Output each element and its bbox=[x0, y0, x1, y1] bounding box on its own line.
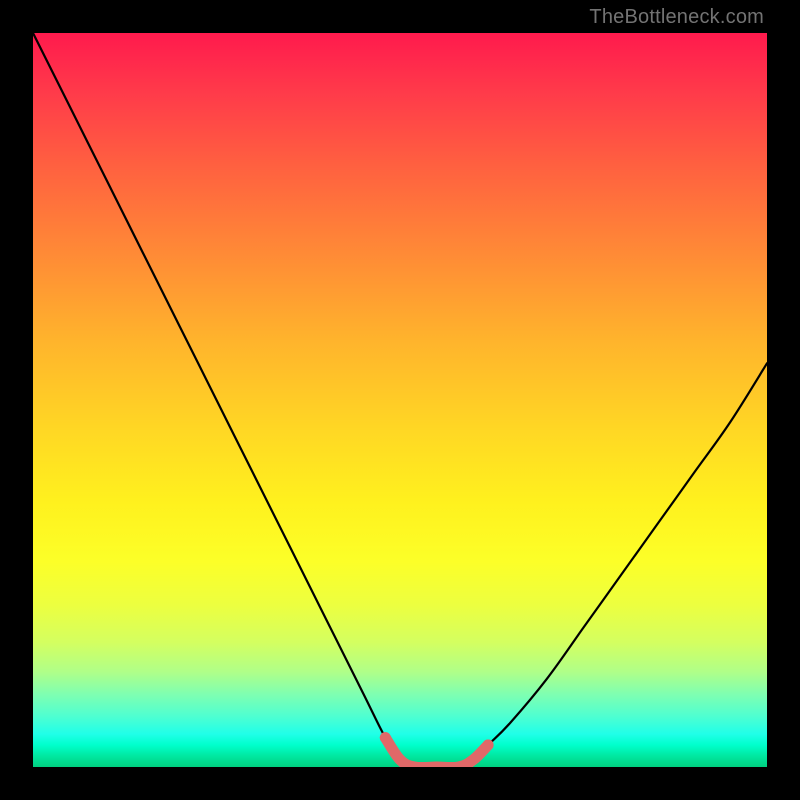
chart-frame: TheBottleneck.com bbox=[0, 0, 800, 800]
bottleneck-curve bbox=[33, 33, 767, 767]
plot-area bbox=[33, 33, 767, 767]
optimal-band-marker bbox=[380, 732, 494, 767]
bottleneck-curve-svg bbox=[33, 33, 767, 767]
attribution-text: TheBottleneck.com bbox=[589, 6, 764, 29]
